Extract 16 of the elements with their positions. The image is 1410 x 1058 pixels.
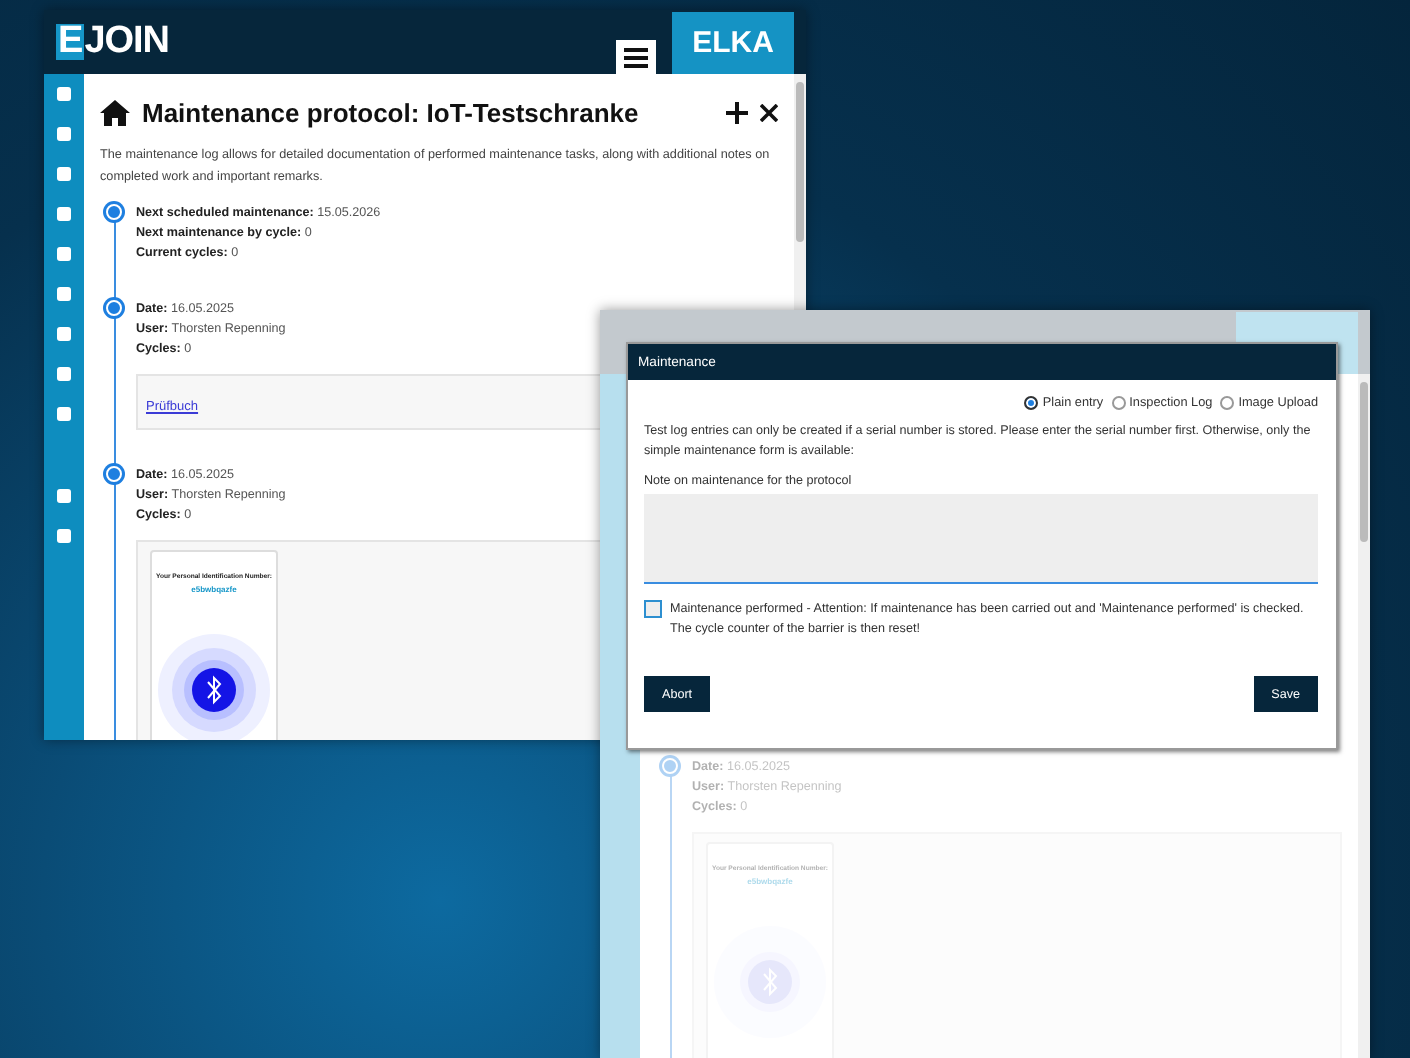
home-icon[interactable] [100, 100, 130, 126]
page-title: Maintenance protocol: IoT-Testschranke [142, 98, 641, 128]
brand-logo: ELKA [672, 12, 794, 74]
add-icon[interactable] [726, 102, 748, 124]
logo-mark: E [56, 24, 85, 60]
scrollbar[interactable] [1358, 374, 1370, 1058]
timeline-dot [106, 204, 122, 220]
close-icon[interactable] [760, 104, 778, 122]
menu-button[interactable] [616, 40, 656, 74]
checkbox[interactable] [644, 600, 662, 618]
note-field[interactable] [644, 494, 1318, 584]
timeline-dot [662, 758, 678, 774]
timeline-dot [106, 466, 122, 482]
timeline-dot [106, 300, 122, 316]
logo-text: JOIN [84, 24, 170, 60]
menu-icon [624, 47, 648, 67]
